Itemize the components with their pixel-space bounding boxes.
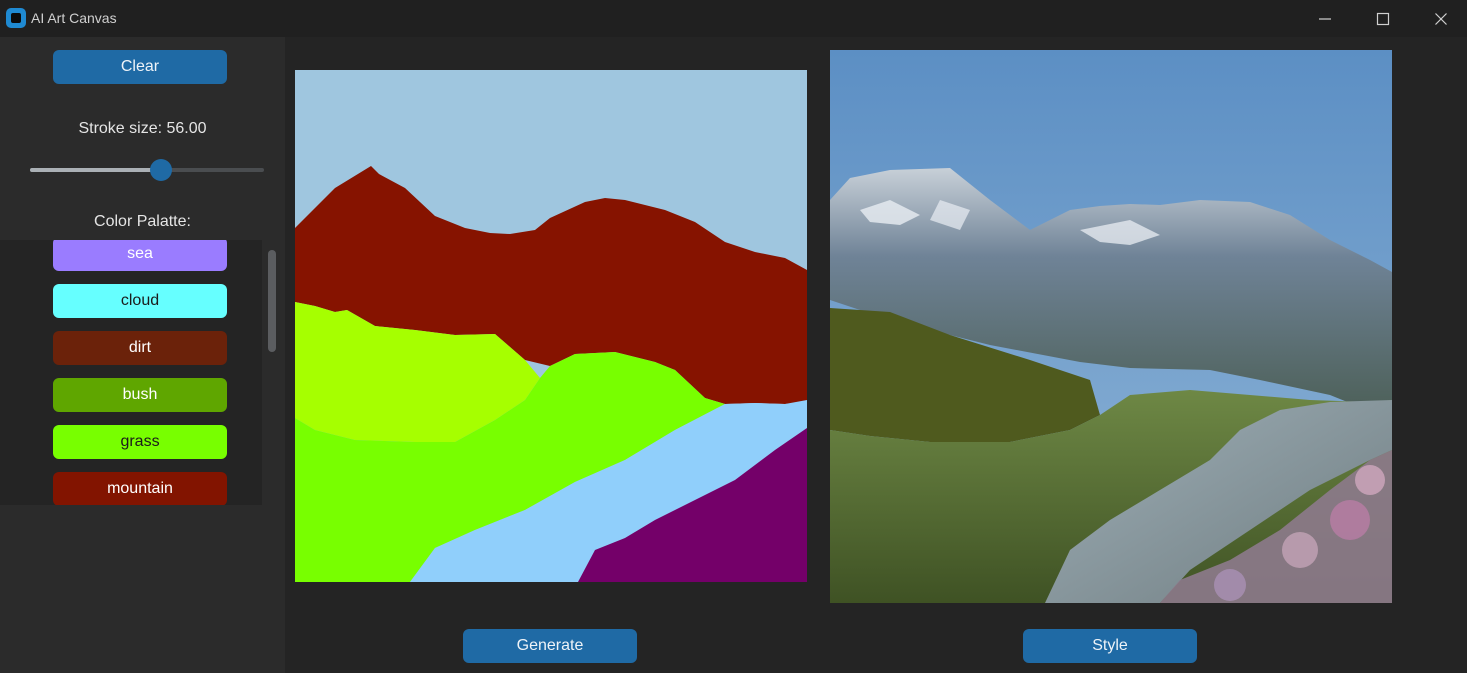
palette-swatch-bush[interactable]: bush xyxy=(53,378,227,412)
scrollbar-thumb[interactable] xyxy=(268,250,276,352)
close-button[interactable] xyxy=(1412,0,1467,37)
slider-fill xyxy=(30,168,162,172)
palette-swatch-cloud[interactable]: cloud xyxy=(53,284,227,318)
palette-swatch-grass[interactable]: grass xyxy=(53,425,227,459)
stroke-size-slider[interactable] xyxy=(30,159,264,181)
minimize-icon xyxy=(1319,17,1331,20)
maximize-button[interactable] xyxy=(1354,0,1412,37)
clear-button[interactable]: Clear xyxy=(53,50,227,84)
app-icon xyxy=(6,8,26,28)
window-title: AI Art Canvas xyxy=(31,10,117,26)
slider-handle[interactable] xyxy=(150,159,173,181)
close-icon xyxy=(1435,12,1447,25)
maximize-icon xyxy=(1376,12,1390,25)
palette-swatch-mountain[interactable]: mountain xyxy=(53,472,227,505)
color-palette-label: Color Palatte: xyxy=(94,213,191,230)
generated-image xyxy=(830,50,1392,603)
title-bar: AI Art Canvas xyxy=(0,0,1467,37)
segmentation-map[interactable] xyxy=(295,70,807,582)
generated-landscape xyxy=(830,50,1392,603)
color-palette-list: sea cloud dirt bush grass mountain xyxy=(0,240,285,505)
generate-button[interactable]: Generate xyxy=(463,629,637,663)
minimize-button[interactable] xyxy=(1296,0,1354,37)
palette-swatch-dirt[interactable]: dirt xyxy=(53,331,227,365)
palette-swatch-sea[interactable]: sea xyxy=(53,240,227,271)
left-panel: Clear Stroke size: 56.00 Color Palatte: … xyxy=(0,37,285,673)
stroke-size-label: Stroke size: 56.00 xyxy=(78,120,207,137)
drawing-canvas[interactable] xyxy=(295,70,807,582)
style-button[interactable]: Style xyxy=(1023,629,1197,663)
palette-scrollbar[interactable] xyxy=(262,240,285,505)
